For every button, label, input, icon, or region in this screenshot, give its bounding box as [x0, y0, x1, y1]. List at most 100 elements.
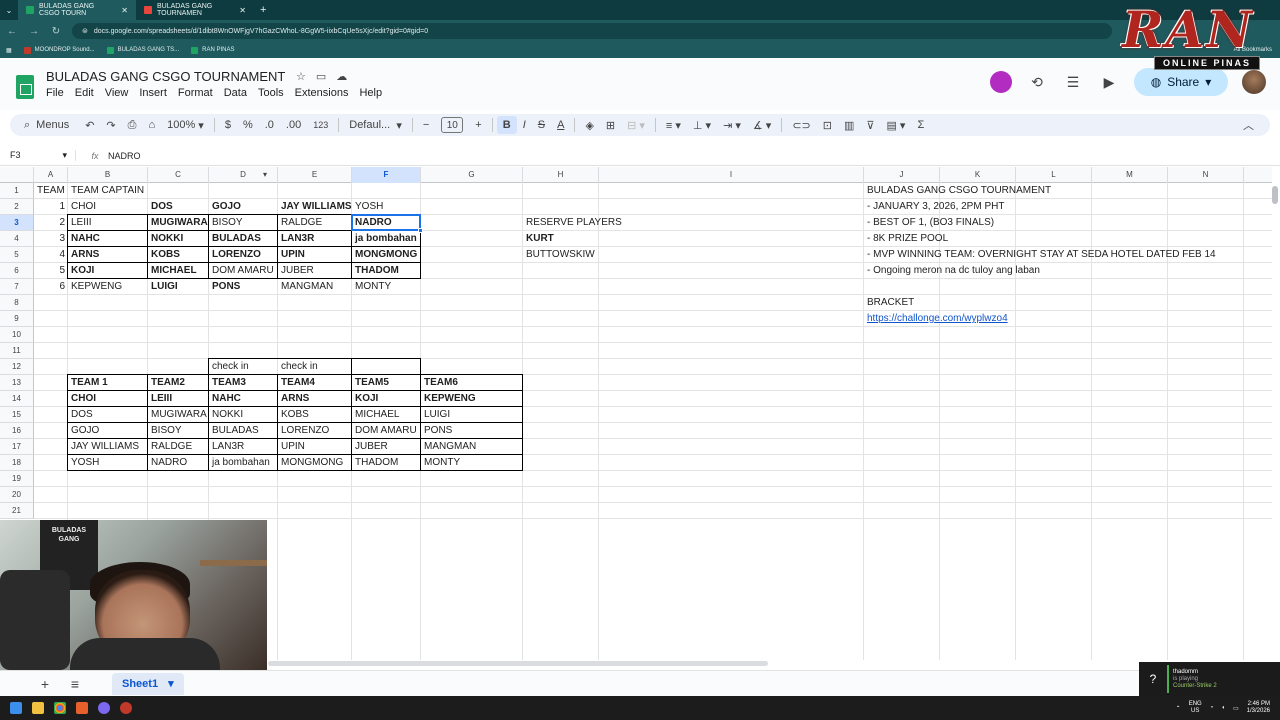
column-header-l[interactable]: L [1016, 167, 1092, 183]
functions-icon[interactable]: Σ [911, 114, 930, 136]
horizontal-scrollbar[interactable] [268, 661, 768, 666]
row-header-1[interactable]: 1 [0, 183, 34, 199]
clock[interactable]: 2:46 PM 1/3/2026 [1247, 701, 1270, 715]
menu-edit[interactable]: Edit [75, 87, 94, 99]
cloud-status-icon[interactable]: ☁ [336, 70, 347, 83]
fill-handle[interactable] [418, 228, 423, 233]
menu-tools[interactable]: Tools [258, 87, 284, 99]
column-header-e[interactable]: E [278, 167, 352, 183]
row-header-9[interactable]: 9 [0, 311, 34, 327]
column-header-h[interactable]: H [523, 167, 599, 183]
move-folder-icon[interactable]: ▭ [316, 70, 326, 83]
browser-tab-active[interactable]: BULADAS GANG CSGO TOURN ✕ [18, 0, 136, 20]
decrease-decimal-button[interactable]: .0 [259, 114, 280, 136]
column-header-c[interactable]: C [148, 167, 209, 183]
app-icon[interactable] [76, 702, 88, 714]
site-info-icon[interactable]: ⊜ [82, 27, 88, 35]
name-box[interactable]: F3 ▾ [0, 150, 76, 161]
undo-icon[interactable]: ↶ [79, 114, 100, 136]
new-tab-icon[interactable]: + [260, 4, 266, 16]
row-header-18[interactable]: 18 [0, 455, 34, 471]
number-format-button[interactable]: 123 [307, 114, 334, 136]
strikethrough-button[interactable]: S [532, 114, 551, 136]
row-header-14[interactable]: 14 [0, 391, 34, 407]
vertical-scrollbar[interactable] [1272, 186, 1278, 204]
column-filter-icon[interactable]: ▾ [263, 167, 267, 183]
bold-button[interactable]: B [496, 116, 517, 134]
menu-help[interactable]: Help [359, 87, 382, 99]
row-header-2[interactable]: 2 [0, 199, 34, 215]
column-header-g[interactable]: G [421, 167, 523, 183]
insert-link-icon[interactable]: ⊂⊃ [786, 114, 816, 136]
column-header-a[interactable]: A [34, 167, 68, 183]
formula-input[interactable]: NADRO [108, 151, 141, 161]
text-rotation-icon[interactable]: ∡ ▾ [747, 114, 777, 136]
account-avatar[interactable] [1242, 70, 1266, 94]
font-size-field[interactable]: 10 [435, 114, 469, 136]
percent-format-button[interactable]: % [237, 114, 259, 136]
discord-icon[interactable] [98, 702, 110, 714]
menu-view[interactable]: View [105, 87, 129, 99]
menus-search[interactable]: ⌕ Menus [10, 119, 79, 132]
column-header-i[interactable]: I [599, 167, 864, 183]
apps-icon[interactable]: ▦ [6, 47, 12, 54]
merge-cells-icon[interactable]: ⊟ ▾ [621, 114, 651, 136]
filter-icon[interactable]: ⊽ [860, 114, 880, 136]
currency-format-button[interactable]: $ [219, 114, 237, 136]
column-header-b[interactable]: B [68, 167, 148, 183]
column-header-k[interactable]: K [940, 167, 1016, 183]
row-header-3[interactable]: 3 [0, 215, 34, 231]
column-header-n[interactable]: N [1168, 167, 1244, 183]
select-all-corner[interactable] [0, 167, 34, 183]
battery-icon[interactable]: ▭ [1233, 705, 1239, 712]
horizontal-align-icon[interactable]: ≡ ▾ [660, 114, 687, 136]
row-header-12[interactable]: 12 [0, 359, 34, 375]
menu-file[interactable]: File [46, 87, 64, 99]
row-header-7[interactable]: 7 [0, 279, 34, 295]
collaborator-avatar[interactable] [990, 71, 1012, 93]
row-header-21[interactable]: 21 [0, 503, 34, 519]
add-sheet-icon[interactable]: + [30, 676, 60, 692]
redo-icon[interactable]: ↷ [100, 114, 121, 136]
row-header-16[interactable]: 16 [0, 423, 34, 439]
filter-views-icon[interactable]: ▤ ▾ [880, 114, 911, 136]
file-explorer-icon[interactable] [32, 702, 44, 714]
bookmark[interactable]: RAN PINAS [191, 46, 235, 54]
bookmark[interactable]: MOONDROP Sound... [23, 46, 95, 54]
insert-comment-icon[interactable]: ⊡ [817, 114, 838, 136]
borders-icon[interactable]: ⊞ [600, 114, 621, 136]
bracket-link[interactable]: https://challonge.com/wyplwzo4 [864, 311, 1008, 327]
reload-icon[interactable]: ↻ [50, 26, 62, 37]
font-select[interactable]: Defaul... ▾ [343, 114, 408, 136]
address-bar[interactable]: ⊜ docs.google.com/spreadsheets/d/1dibt8W… [72, 23, 1112, 39]
menu-format[interactable]: Format [178, 87, 213, 99]
row-header-10[interactable]: 10 [0, 327, 34, 343]
start-icon[interactable] [10, 702, 22, 714]
row-header-13[interactable]: 13 [0, 375, 34, 391]
menu-extensions[interactable]: Extensions [295, 87, 349, 99]
insert-chart-icon[interactable]: ▥ [838, 114, 860, 136]
wifi-icon[interactable]: ◔ [1210, 705, 1214, 711]
column-header-m[interactable]: M [1092, 167, 1168, 183]
close-icon[interactable]: ✕ [121, 6, 128, 15]
row-header-17[interactable]: 17 [0, 439, 34, 455]
all-sheets-icon[interactable]: ≡ [60, 676, 90, 692]
menu-data[interactable]: Data [224, 87, 247, 99]
chevron-down-icon[interactable]: ▾ [168, 677, 174, 690]
fill-color-icon[interactable]: ◈ [579, 114, 599, 136]
row-header-5[interactable]: 5 [0, 247, 34, 263]
column-header-j[interactable]: J [864, 167, 940, 183]
row-header-19[interactable]: 19 [0, 471, 34, 487]
italic-button[interactable]: I [517, 114, 532, 136]
row-header-20[interactable]: 20 [0, 487, 34, 503]
sheets-logo-icon[interactable] [16, 75, 34, 99]
row-header-8[interactable]: 8 [0, 295, 34, 311]
forward-icon[interactable]: → [28, 26, 40, 37]
decrease-font-size-icon[interactable]: − [417, 114, 435, 136]
comments-icon[interactable]: ☰ [1062, 74, 1084, 91]
increase-decimal-button[interactable]: .00 [280, 114, 307, 136]
language-indicator[interactable]: ENG US [1189, 701, 1202, 715]
chevron-up-icon[interactable]: ⌃ [1176, 705, 1181, 712]
chrome-icon[interactable] [54, 702, 66, 714]
browser-tab[interactable]: BULADAS GANG TOURNAMEN ✕ [136, 0, 254, 20]
